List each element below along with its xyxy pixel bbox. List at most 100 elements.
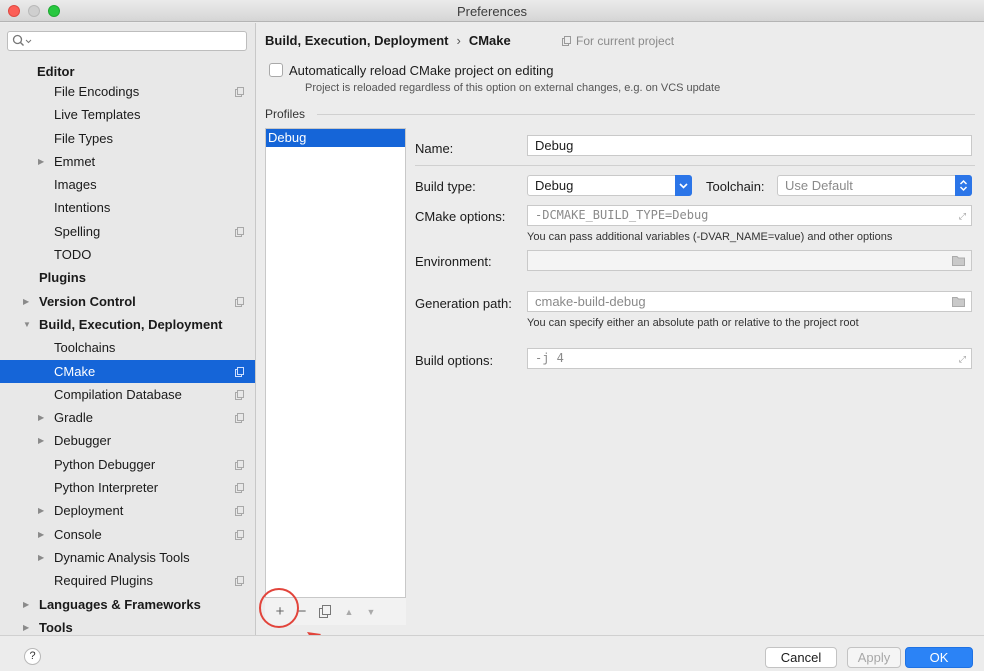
collapsed-arrow-icon[interactable]: ▶ (38, 499, 44, 522)
collapsed-arrow-icon[interactable]: ▶ (23, 593, 29, 616)
sidebar-item-label: Build, Execution, Deployment (39, 316, 223, 332)
sidebar-item-file-encodings[interactable]: File Encodings (0, 80, 255, 103)
sidebar-item-label: Version Control (39, 293, 136, 309)
sidebar-item-label: Languages & Frameworks (39, 596, 201, 612)
copy-icon (235, 506, 244, 517)
dialog-footer: ? Cancel Apply OK (0, 635, 984, 671)
sidebar-item-label: Live Templates (54, 107, 141, 123)
folder-icon[interactable] (952, 255, 965, 266)
collapsed-arrow-icon[interactable]: ▶ (38, 429, 44, 452)
collapsed-arrow-icon[interactable]: ▶ (38, 546, 44, 569)
sidebar-item-label: Gradle (54, 410, 94, 426)
collapsed-arrow-icon[interactable]: ▶ (38, 150, 44, 173)
cmake-options-label: CMake options: (415, 209, 506, 224)
collapsed-arrow-icon[interactable]: ▶ (38, 523, 44, 546)
sidebar-item-images[interactable]: Images (0, 173, 255, 196)
sidebar-item-todo[interactable]: TODO (0, 243, 255, 266)
sidebar-item-plugins[interactable]: Plugins (0, 266, 255, 289)
auto-reload-hint: Project is reloaded regardless of this o… (305, 82, 721, 94)
sidebar-item-dynamic-analysis-tools[interactable]: ▶ Dynamic Analysis Tools (0, 546, 255, 569)
generation-path-input[interactable]: cmake-build-debug (527, 291, 972, 312)
sidebar-item-gradle[interactable]: ▶ Gradle (0, 406, 255, 429)
profiles-list[interactable]: Debug (265, 128, 406, 625)
auto-reload-label[interactable]: Automatically reload CMake project on ed… (289, 63, 553, 78)
sidebar-item-label: Debugger (54, 433, 112, 449)
sidebar-item-label: TODO (54, 247, 92, 263)
sidebar-item-editor[interactable]: Editor (0, 63, 255, 80)
copy-profile-button[interactable] (317, 605, 333, 621)
cmake-options-input[interactable]: -DCMAKE_BUILD_TYPE=Debug ⤢ (527, 205, 972, 226)
apply-button[interactable]: Apply (847, 647, 901, 668)
sidebar-item-version-control[interactable]: ▶ Version Control (0, 290, 255, 313)
sidebar-item-build-execution-deployment[interactable]: ▼ Build, Execution, Deployment (0, 313, 255, 336)
profile-name-input[interactable]: Debug (527, 135, 972, 156)
breadcrumb: Build, Execution, Deployment › CMake (265, 33, 511, 48)
form-divider (415, 165, 975, 166)
sidebar-item-required-plugins[interactable]: Required Plugins (0, 569, 255, 592)
sidebar-item-emmet[interactable]: ▶ Emmet (0, 150, 255, 173)
sidebar-item-file-types[interactable]: File Types (0, 127, 255, 150)
expanded-arrow-icon[interactable]: ▼ (23, 313, 31, 336)
sidebar-item-label: Python Interpreter (54, 480, 159, 496)
generation-path-hint: You can specify either an absolute path … (527, 317, 859, 329)
annotation-circle (259, 588, 299, 628)
move-up-button[interactable]: ▲ (341, 604, 357, 620)
scope-indicator: For current project (562, 34, 674, 48)
build-options-input[interactable]: -j 4 ⤢ (527, 348, 972, 369)
sidebar-item-label: File Types (54, 130, 114, 146)
auto-reload-checkbox[interactable] (269, 63, 283, 77)
sidebar-item-compilation-database[interactable]: Compilation Database (0, 383, 255, 406)
sidebar-item-console[interactable]: ▶ Console (0, 523, 255, 546)
search-icon (12, 34, 32, 46)
sidebar-item-cmake[interactable]: CMake (0, 359, 255, 383)
sidebar-item-deployment[interactable]: ▶ Deployment (0, 499, 255, 522)
toolchain-select[interactable]: Use Default (777, 175, 972, 196)
help-button[interactable]: ? (24, 648, 41, 665)
collapsed-arrow-icon[interactable]: ▶ (23, 290, 29, 313)
profile-item-debug[interactable]: Debug (266, 129, 405, 147)
search-field[interactable] (7, 31, 247, 51)
build-options-label: Build options: (415, 353, 494, 368)
expand-icon[interactable]: ⤢ (959, 208, 966, 227)
sidebar-item-label: Dynamic Analysis Tools (54, 549, 190, 565)
name-label: Name: (415, 141, 454, 156)
move-down-button[interactable]: ▼ (363, 604, 379, 620)
breadcrumb-parent[interactable]: Build, Execution, Deployment (265, 33, 448, 48)
environment-input[interactable] (527, 250, 972, 271)
settings-content: Build, Execution, Deployment › CMake For c… (257, 23, 984, 671)
sidebar-item-tools[interactable]: ▶ Tools (0, 616, 255, 635)
copy-icon (235, 413, 244, 424)
copy-icon (235, 529, 244, 540)
sidebar-item-live-templates[interactable]: Live Templates (0, 103, 255, 126)
sidebar-item-languages-frameworks[interactable]: ▶ Languages & Frameworks (0, 593, 255, 616)
expand-icon[interactable]: ⤢ (959, 351, 966, 370)
collapsed-arrow-icon[interactable]: ▶ (23, 616, 29, 635)
ok-button[interactable]: OK (905, 647, 973, 668)
collapsed-arrow-icon[interactable]: ▶ (38, 406, 44, 429)
toolchain-value: Use Default (785, 178, 853, 193)
build-type-value: Debug (535, 178, 574, 193)
generation-path-value: cmake-build-debug (535, 294, 646, 309)
sidebar-item-label: Console (54, 526, 102, 542)
scope-label: For current project (576, 34, 675, 48)
folder-icon[interactable] (952, 296, 965, 307)
copy-icon (235, 226, 244, 237)
sidebar-item-toolchains[interactable]: Toolchains (0, 336, 255, 359)
sidebar-item-debugger[interactable]: ▶ Debugger (0, 429, 255, 452)
toolchain-label: Toolchain: (706, 179, 765, 194)
build-type-select[interactable]: Debug (527, 175, 692, 196)
sidebar-item-label: Python Debugger (54, 456, 156, 472)
settings-tree: Editor File Encodings Live Templates File T… (0, 63, 255, 635)
sidebar-item-spelling[interactable]: Spelling (0, 220, 255, 243)
settings-sidebar: Editor File Encodings Live Templates File T… (0, 23, 256, 635)
sidebar-item-python-debugger[interactable]: Python Debugger (0, 453, 255, 476)
build-type-label: Build type: (415, 179, 476, 194)
sidebar-item-label: File Encodings (54, 84, 140, 99)
sidebar-item-label: Toolchains (54, 340, 116, 356)
copy-icon (562, 36, 571, 46)
sidebar-item-intentions[interactable]: Intentions (0, 196, 255, 219)
sidebar-item-label: Intentions (54, 200, 111, 216)
window-title: Preferences (456, 4, 528, 19)
sidebar-item-python-interpreter[interactable]: Python Interpreter (0, 476, 255, 499)
cancel-button[interactable]: Cancel (765, 647, 837, 668)
